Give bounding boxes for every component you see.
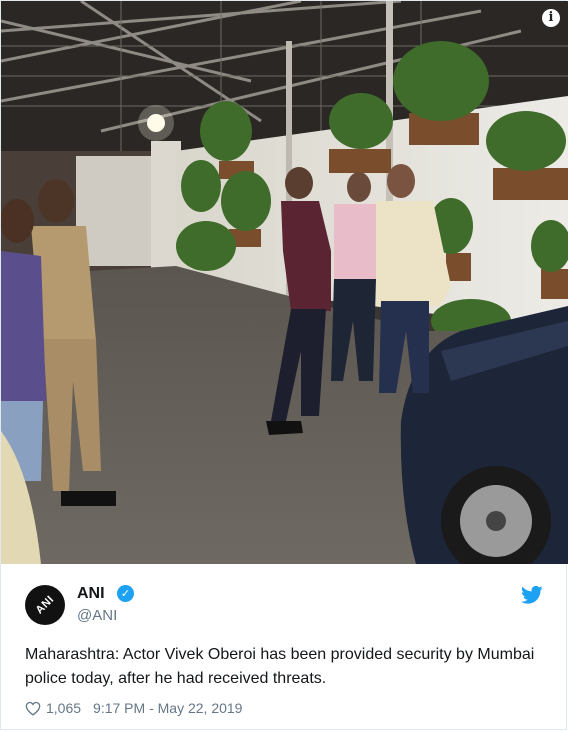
twitter-bird-icon[interactable] [521,585,543,605]
tweet-text: Maharashtra: Actor Vivek Oberoi has been… [25,646,535,687]
tweet-header: ANI ANI ✓ @ANI [25,581,545,631]
tweet-footer: 1,065 9:17 PM - May 22, 2019 [25,698,242,718]
info-icon[interactable]: i [542,9,560,27]
tweet-photo[interactable]: i [1,1,568,564]
heart-icon[interactable] [25,701,41,716]
verified-icon: ✓ [117,585,134,602]
user-handle[interactable]: @ANI [77,607,117,624]
avatar[interactable]: ANI [25,585,65,625]
avatar-logo-text: ANI [33,593,57,617]
photo-scene [1,1,568,564]
like-count[interactable]: 1,065 [46,700,81,716]
embedded-tweet: i ANI ANI ✓ @ANI Maharashtra: Actor Vive… [0,0,568,730]
display-name[interactable]: ANI [77,585,105,603]
timestamp[interactable]: 9:17 PM - May 22, 2019 [93,700,242,716]
